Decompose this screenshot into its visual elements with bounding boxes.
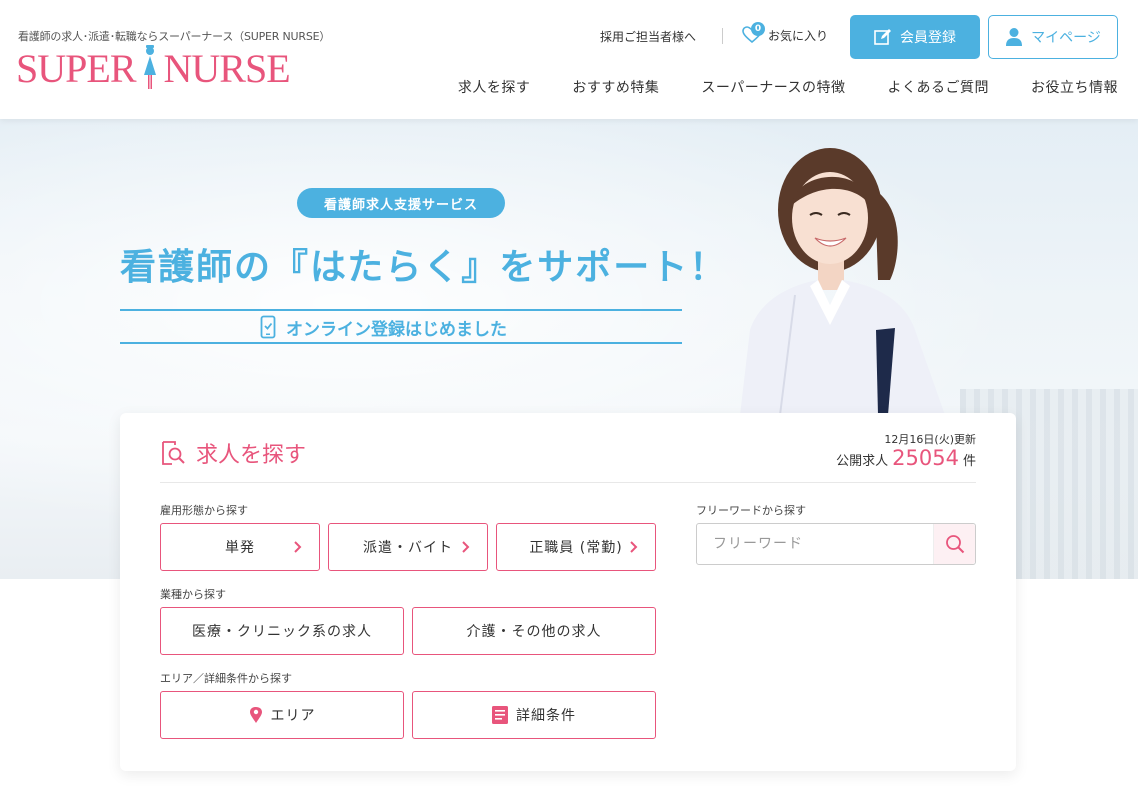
favorites-label: お気に入り [768,28,829,43]
option-label: 派遣・バイト [363,540,453,556]
job-search-card: 求人を探す 12月16日(火)更新 公開求人 25054 件 雇用形態から探す … [120,413,1016,771]
nav-item-features[interactable]: おすすめ特集 [572,77,659,97]
site-header: 看護師の求人･派遣･転職ならスーパーナース（SUPER NURSE） SUPER… [0,0,1138,119]
heart-icon: 0 [742,22,765,44]
smartphone-icon [260,315,276,339]
search-card-title-text: 求人を探す [196,443,307,468]
industry-option-care[interactable]: 介護・その他の求人 [412,607,656,655]
search-card-title: 求人を探す [160,437,306,469]
area-detail-label: エリア／詳細条件から探す [160,672,292,685]
online-registration-text: オンライン登録はじめました [286,319,507,340]
mypage-button-label: マイページ [1031,30,1101,46]
option-label: 医療・クリニック系の求人 [192,624,372,640]
option-label: 詳細条件 [516,708,576,724]
option-label: エリア [270,708,316,724]
employment-option-tanpatsu[interactable]: 単発 [160,523,320,571]
util-divider [722,28,723,44]
nav-item-faq[interactable]: よくあるご質問 [888,77,990,97]
nav-item-about[interactable]: スーパーナースの特徴 [701,77,845,97]
logo-text-super: SUPER [16,46,136,91]
updated-date: 12月16日(火)更新 [884,433,976,446]
nav-item-search-jobs[interactable]: 求人を探す [458,77,531,97]
freeword-search-button[interactable] [933,524,975,564]
chevron-right-icon [462,541,470,553]
logo-nurse-mark-icon [143,45,156,89]
subcopy-rule-top [120,309,682,311]
chevron-right-icon [630,541,638,553]
employment-option-seishokuin[interactable]: 正職員 (常勤) [496,523,656,571]
freeword-label: フリーワードから探す [696,504,806,517]
employment-option-haken[interactable]: 派遣・バイト [328,523,488,571]
detail-conditions-button[interactable]: 詳細条件 [412,691,656,739]
employment-type-label: 雇用形態から探す [160,504,248,517]
search-icon [945,535,964,554]
hero-headline: 看護師の『はたらく』をサポート！ [120,247,728,288]
subcopy-rule-bottom [120,342,682,344]
job-count-prefix: 公開求人 [836,454,889,469]
industry-label: 業種から探す [160,588,226,601]
public-job-count: 公開求人 25054 件 [836,446,976,470]
register-button-label: 会員登録 [900,30,956,46]
register-button[interactable]: 会員登録 [850,15,980,59]
mypage-button[interactable]: マイページ [988,15,1118,59]
logo-text-nurse: NURSE [163,46,291,91]
document-search-icon [162,441,185,465]
service-pill-badge: 看護師求人支援サービス [297,188,505,218]
freeword-input[interactable] [697,524,933,564]
freeword-search-box [696,523,976,565]
list-document-icon [492,706,508,724]
nurse-photo [740,148,945,415]
job-count-number: 25054 [892,446,959,470]
option-label: 介護・その他の求人 [466,624,602,640]
global-nav: 求人を探す おすすめ特集 スーパーナースの特徴 よくあるご質問 お役立ち情報 [416,77,1118,97]
industry-option-medical[interactable]: 医療・クリニック系の求人 [160,607,404,655]
nav-item-useful-info[interactable]: お役立ち情報 [1031,77,1118,97]
user-icon [1006,28,1023,46]
chevron-right-icon [294,541,302,553]
option-label: 単発 [225,540,255,556]
recruiter-link[interactable]: 採用ご担当者様へ [600,28,696,45]
option-label: 正職員 (常勤) [529,540,623,556]
online-registration-banner[interactable]: オンライン登録はじめました [260,313,507,341]
area-search-button[interactable]: エリア [160,691,404,739]
card-divider [160,482,976,483]
favorites-count-badge: 0 [751,22,765,36]
map-pin-icon [249,707,262,723]
favorites-link[interactable]: 0 お気に入り [742,22,829,44]
pencil-square-icon [874,29,891,45]
job-count-suffix: 件 [962,454,976,469]
site-logo[interactable]: SUPER NURSE [16,44,291,94]
site-tagline: 看護師の求人･派遣･転職ならスーパーナース（SUPER NURSE） [18,30,331,43]
